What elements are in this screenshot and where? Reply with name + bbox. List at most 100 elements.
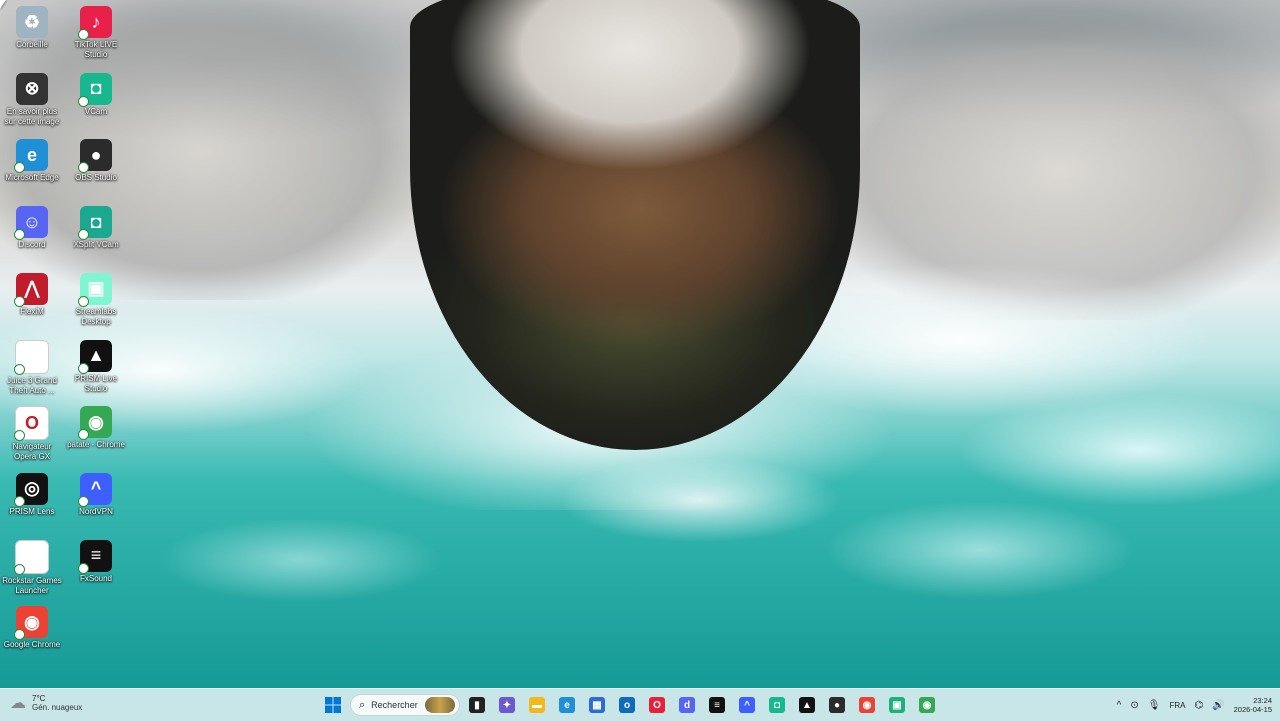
shortcut-sync-check-icon — [78, 29, 89, 40]
shortcut-sync-check-icon — [78, 562, 89, 574]
chrome-icon: ◉ — [859, 697, 875, 713]
taskbar-app-button[interactable]: ▣ — [884, 692, 910, 718]
desktop-shortcut[interactable]: ⊗ En savoir plus sur cette image — [0, 69, 64, 127]
taskbar-app-button[interactable]: ◘ — [764, 692, 790, 718]
taskbar-app-button[interactable]: O — [644, 692, 670, 718]
desktop-shortcut-label: Discord — [18, 240, 46, 250]
desktop-shortcut-label: TikTok LIVE Studio — [74, 40, 118, 59]
taskbar-app-button[interactable]: d — [674, 692, 700, 718]
desktop-shortcut[interactable]: ◎ PRISM Lens — [0, 469, 64, 517]
edge-icon: e — [14, 139, 48, 174]
desktop-shortcut[interactable]: ▲ PRISM Live Studio — [64, 336, 128, 394]
desktop-shortcut[interactable]: ◉ patate - Chrome — [64, 402, 128, 450]
desktop-shortcut[interactable]: Rockstar Games Launcher — [0, 536, 64, 596]
taskbar: ☁ 7°C Gén. nuageux ⌕ Rechercher ▮ ✦ ▬ e ▦ o Od… — [0, 688, 1280, 721]
opera-gx-icon: O — [649, 697, 665, 713]
start-button[interactable] — [320, 692, 346, 718]
obs-icon: ● — [78, 139, 112, 174]
taskbar-app-button[interactable]: ≡ — [704, 692, 730, 718]
desktop-shortcut-label: En savoir plus sur cette image — [4, 106, 60, 126]
streamlabs-icon: ▣ — [889, 697, 905, 713]
vcam-icon: ◘ — [769, 697, 785, 713]
windows-start-icon — [325, 697, 341, 713]
search-icon: ⌕ — [359, 698, 366, 711]
desktop-shortcut[interactable]: ▣ Streamlabs Desktop — [64, 269, 128, 327]
folder-icon: ▬ — [529, 697, 545, 713]
desktop-shortcut[interactable]: ● OBS Studio — [64, 135, 128, 183]
fxsound-icon: ≡ — [78, 539, 112, 574]
shortcut-sync-check-icon — [14, 563, 25, 575]
flexim-icon: ⋀ — [14, 272, 48, 307]
taskbar-app-button[interactable]: ▲ — [794, 692, 820, 718]
xsplit-vcam-icon: ◘ — [78, 206, 112, 241]
desktop-shortcut-label: VCam — [84, 106, 108, 116]
discord-icon: d — [679, 697, 695, 713]
shortcut-sync-check-icon — [78, 229, 89, 241]
shortcut-sync-check-icon — [78, 162, 89, 174]
taskbar-app-button[interactable]: ◉ — [914, 692, 940, 718]
desktop-shortcut-label: Streamlabs Desktop — [75, 306, 117, 326]
clock-time: 23:24 — [1253, 696, 1272, 705]
prism-live-icon: ▲ — [799, 697, 815, 713]
network-icon[interactable]: ⌬ — [1194, 700, 1203, 711]
desktop-shortcut[interactable]: e Microsoft Edge — [0, 135, 64, 183]
shortcut-sync-check-icon — [78, 429, 89, 441]
store-icon: ▦ — [589, 697, 605, 713]
taskbar-app-button[interactable]: ▮ — [464, 692, 490, 718]
desktop-shortcut[interactable]: ⋀ FlexiM — [0, 269, 64, 317]
desktop-shortcut[interactable]: ♻ Corbeille — [0, 2, 64, 50]
taskbar-app-button[interactable]: ◉ — [854, 692, 880, 718]
volume-icon[interactable]: 🔊 — [1212, 700, 1224, 711]
recycle-bin-icon: ♻ — [16, 6, 48, 38]
taskbar-app-strip: ⌕ Rechercher ▮ ✦ ▬ e ▦ o Od ≡ ^ ◘ ▲ ● ◉ ▣ ◉ — [320, 692, 940, 718]
desktop-shortcut[interactable]: O Navigateur Opera GX — [0, 402, 64, 462]
taskbar-app-button[interactable]: ✦ — [494, 692, 520, 718]
shortcut-sync-check-icon — [14, 162, 25, 174]
edge-icon: e — [559, 697, 575, 713]
shortcut-sync-check-icon — [14, 430, 25, 442]
desktop-shortcut[interactable]: ^ NordVPN — [64, 469, 128, 517]
prism-lens-icon: ◎ — [14, 472, 48, 507]
desktop-shortcut-label: FlexiM — [20, 306, 44, 316]
language-indicator[interactable]: FRA — [1169, 701, 1185, 710]
taskbar-clock[interactable]: 23:24 2026-04-15 — [1234, 696, 1272, 714]
taskbar-app-button[interactable]: ▦ — [584, 692, 610, 718]
taskbar-app-button[interactable]: ▬ — [524, 692, 550, 718]
nordvpn-icon: ^ — [78, 472, 112, 507]
desktop-shortcut-label: patate - Chrome — [67, 440, 125, 450]
taskbar-app-button[interactable]: e — [554, 692, 580, 718]
shortcut-sync-check-icon — [14, 495, 25, 507]
outlook-icon: o — [619, 697, 635, 713]
weather-description: Gén. nuageux — [32, 703, 83, 712]
desktop-shortcut[interactable]: ◘ VCam — [64, 69, 128, 117]
copilot-icon: ✦ — [499, 697, 515, 713]
taskbar-app-button[interactable]: ^ — [734, 692, 760, 718]
desktop-shortcut[interactable]: ☺ Discord — [0, 202, 64, 250]
shortcut-sync-check-icon — [78, 362, 89, 374]
desktop-wallpaper — [0, 0, 1280, 688]
shortcut-sync-check-icon — [14, 295, 25, 307]
desktop-shortcut[interactable]: ≡ FxSound — [64, 536, 128, 584]
weather-temperature: 7°C — [32, 694, 46, 703]
shortcut-sync-check-icon — [78, 495, 89, 507]
desktop-shortcut[interactable]: ◉ Google Chrome — [0, 602, 64, 650]
fxsound-icon: ≡ — [709, 697, 725, 713]
desktop-shortcut[interactable]: ♪ TikTok LIVE Studio — [64, 2, 128, 60]
microphone-icon[interactable]: 🎙 — [1148, 700, 1161, 711]
taskbar-app-button[interactable]: ● — [824, 692, 850, 718]
system-tray: ^ ⊙ 🎙 FRA ⌬ 🔊 23:24 2026-04-15 — [1117, 692, 1272, 718]
desktop-shortcut-label: Juice 3 Grand Theft Auto ... — [7, 375, 57, 395]
file-explorer-black-icon: ▮ — [469, 697, 485, 713]
chrome-icon: ◉ — [14, 606, 48, 641]
onedrive-icon[interactable]: ⊙ — [1130, 700, 1138, 711]
desktop-shortcut[interactable]: Juice 3 Grand Theft Auto ... — [0, 336, 64, 396]
wallpaper-wave-foam-lower — [0, 440, 1280, 640]
taskbar-app-button[interactable]: o — [614, 692, 640, 718]
taskbar-search-box[interactable]: ⌕ Rechercher — [350, 694, 460, 716]
weather-widget[interactable]: ☁ 7°C Gén. nuageux — [10, 693, 82, 713]
shortcut-sync-check-icon — [78, 95, 89, 107]
desktop-shortcut[interactable]: ◘ XSplit VCam — [64, 202, 128, 250]
discord-icon: ☺ — [14, 206, 48, 241]
desktop-shortcut-label: XSplit VCam — [73, 240, 119, 250]
show-hidden-icons-chevron-icon[interactable]: ^ — [1117, 700, 1122, 711]
